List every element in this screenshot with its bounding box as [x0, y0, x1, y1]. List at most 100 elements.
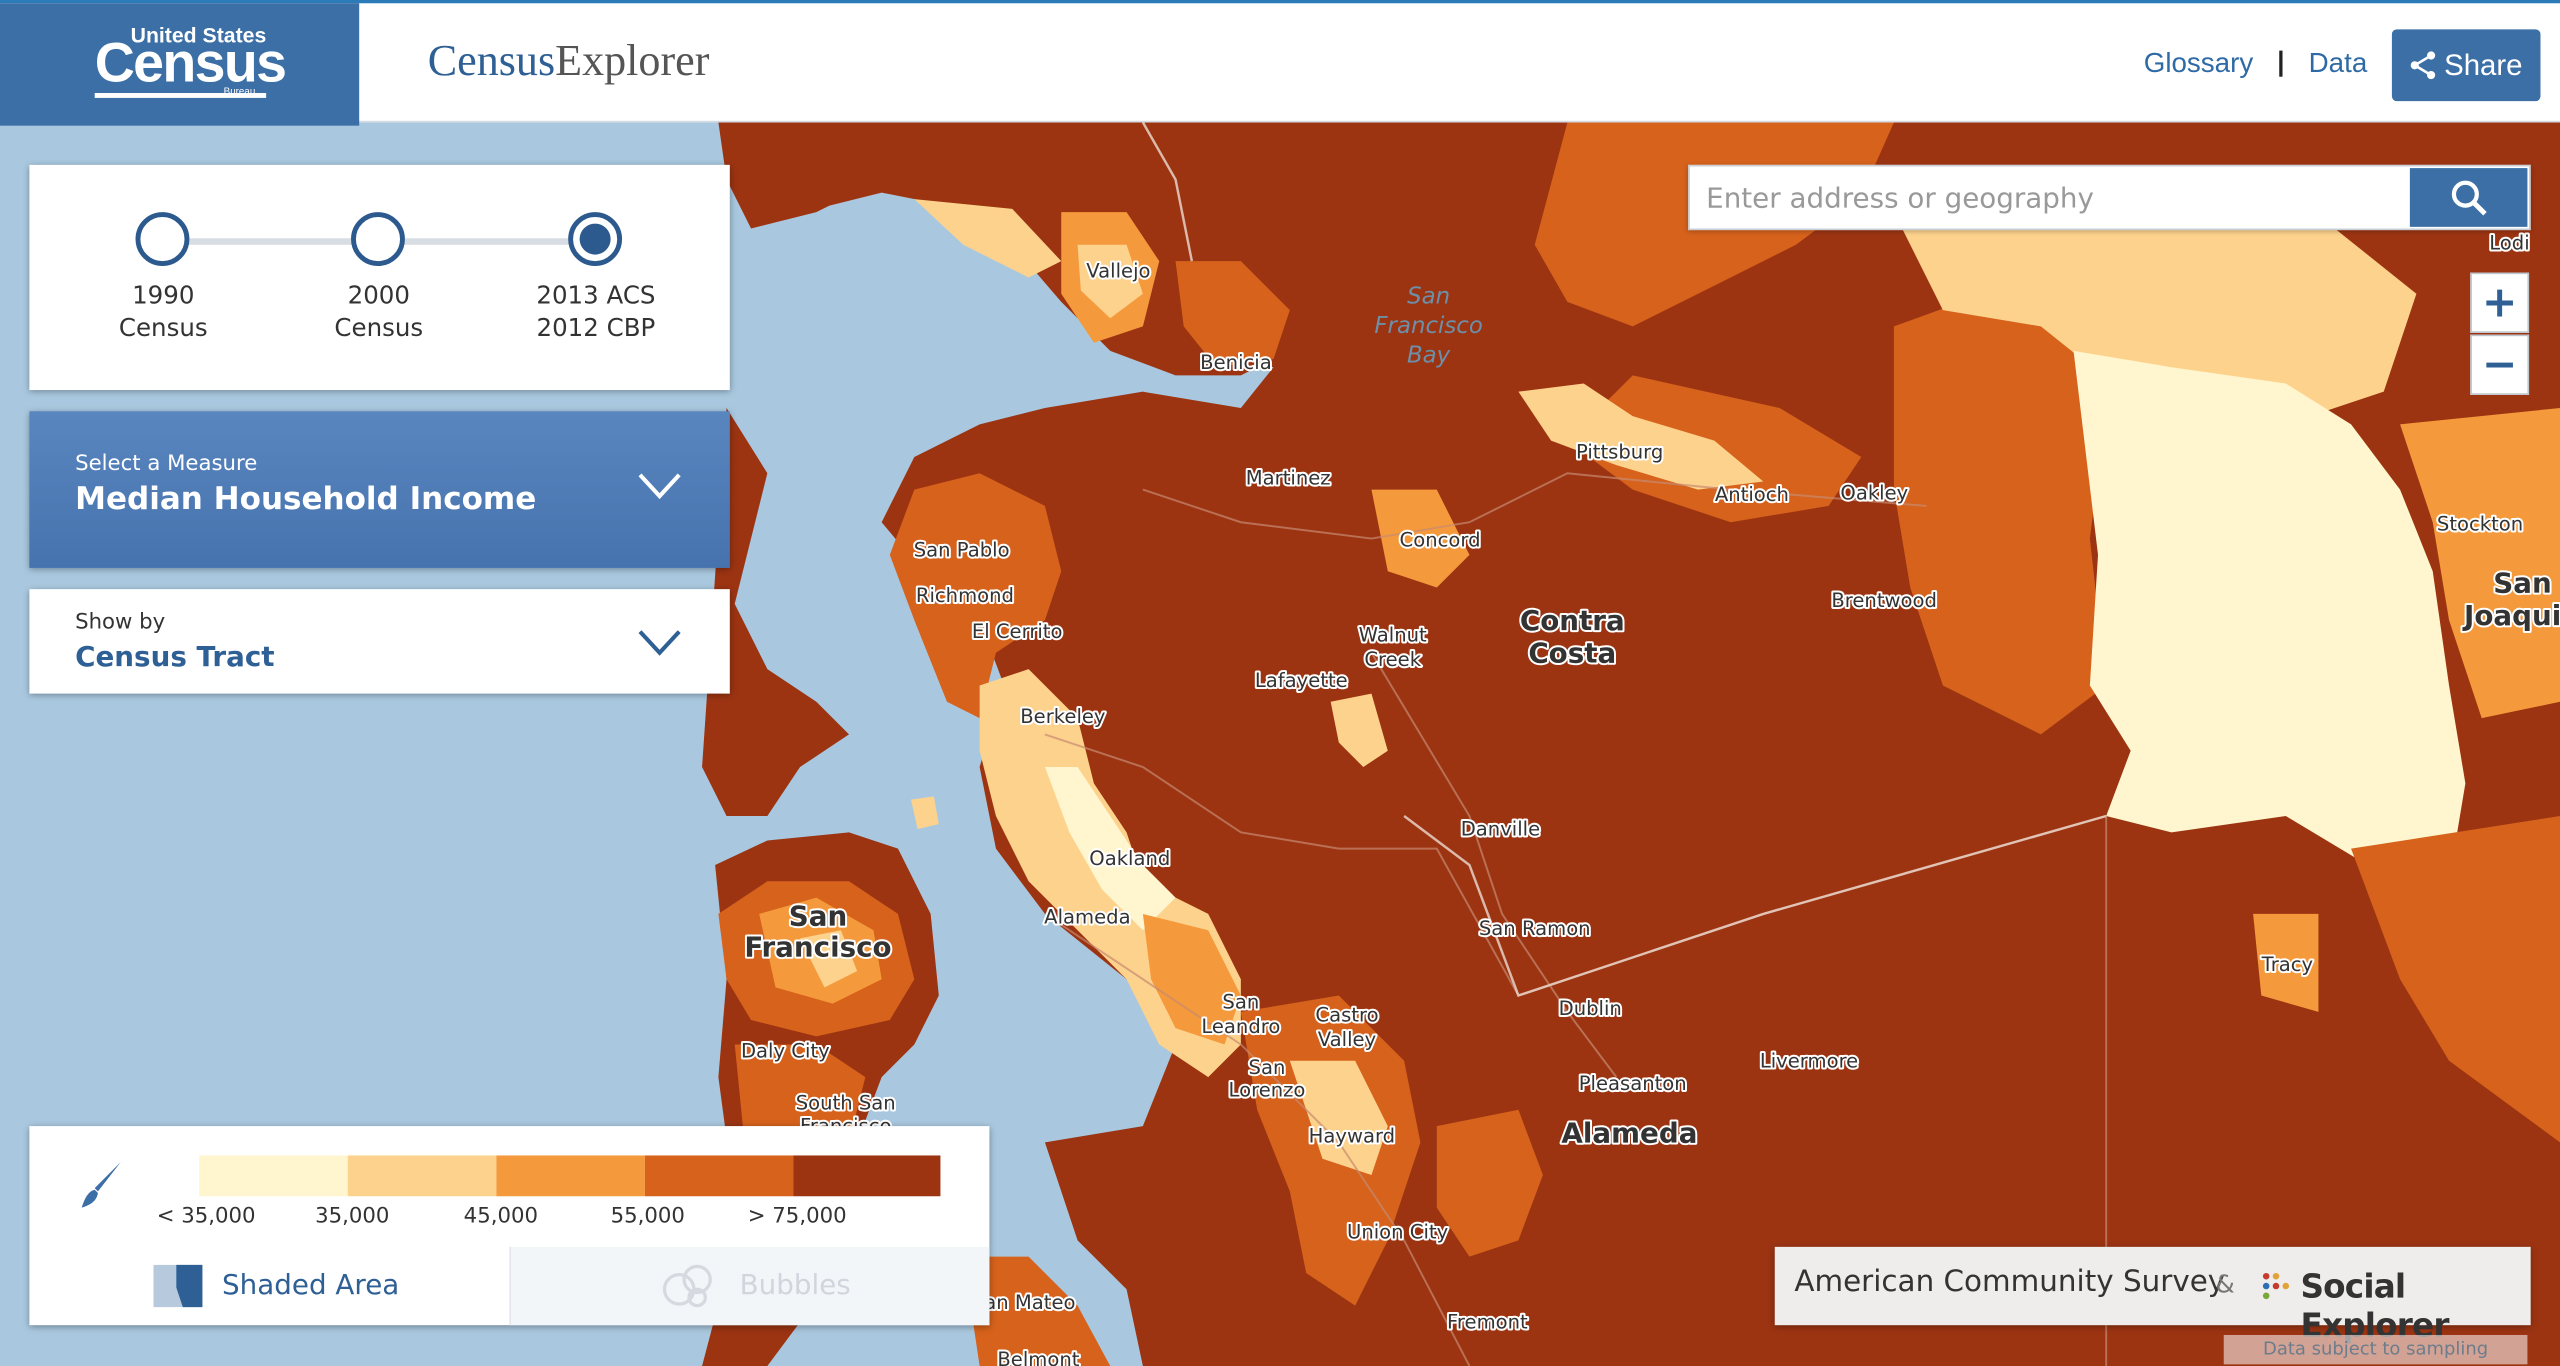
census-logo[interactable]: United States Census Bureau	[0, 3, 360, 126]
map-label: Oakley	[1840, 481, 1908, 504]
data-link[interactable]: Data	[2309, 47, 2368, 80]
map-label: San	[2493, 566, 2551, 599]
map-label: Daly City	[741, 1040, 830, 1063]
map-label: Costa	[1528, 637, 1616, 670]
map-label: Martinez	[1246, 467, 1331, 490]
timeline-label-2013[interactable]: 2013 ACS 2012 CBP	[506, 279, 686, 344]
map-label: San Pablo	[914, 539, 1010, 562]
app-title-part2: Explorer	[555, 35, 710, 85]
tab-shaded-area[interactable]: Shaded Area	[29, 1247, 509, 1325]
map-label: Pittsburg	[1576, 441, 1663, 464]
map-label: Dublin	[1559, 997, 1622, 1020]
legend-label: < 35,000	[156, 1204, 256, 1229]
map-label: Leandro	[1201, 1015, 1280, 1038]
timeline-label-2000[interactable]: 2000 Census	[289, 279, 469, 344]
timeline-label-line1: 2000	[347, 280, 410, 311]
map-label: Joaquin	[2462, 599, 2560, 632]
shaded-area-icon	[153, 1264, 203, 1308]
map-label: Concord	[1400, 529, 1481, 552]
top-header: United States Census Bureau CensusExplor…	[0, 0, 2560, 126]
paintbrush-icon[interactable]	[75, 1159, 127, 1211]
map-label: Alameda	[1044, 906, 1130, 929]
app-title: CensusExplorer	[428, 36, 710, 87]
legend-swatch-3	[496, 1155, 645, 1197]
map-label: Union City	[1347, 1221, 1448, 1244]
timeline-label-line1: 2013 ACS	[536, 280, 656, 311]
social-explorer-logo-icon	[2262, 1272, 2290, 1300]
map-label: San	[1407, 284, 1450, 310]
share-button[interactable]: Share	[2391, 29, 2541, 102]
map-label: Richmond	[916, 584, 1014, 607]
map-label: Oakland	[1089, 847, 1170, 870]
ampersand: &	[2215, 1269, 2235, 1300]
map-label: El Cerrito	[972, 620, 1063, 643]
share-icon	[2410, 51, 2436, 80]
zoom-out-button[interactable]: −	[2470, 334, 2530, 395]
search-box	[1688, 164, 2531, 232]
legend-swatch-1	[199, 1155, 348, 1197]
map-label: Walnut	[1359, 623, 1427, 646]
sampling-disclaimer: Data subject to sampling variability	[2223, 1334, 2528, 1365]
map-label: Vallejo	[1086, 259, 1150, 282]
map-label: Lorenzo	[1229, 1079, 1306, 1102]
search-icon	[2451, 180, 2487, 216]
legend-label: 55,000	[610, 1204, 685, 1229]
map-label: Stockton	[2437, 512, 2523, 535]
timeline-label-line1: 1990	[132, 280, 195, 311]
measure-value: Median Household Income	[75, 481, 537, 518]
partner-name[interactable]: Social Explorer	[2300, 1266, 2530, 1344]
map-label: Pleasanton	[1579, 1072, 1687, 1095]
app-title-part1: Census	[427, 35, 556, 85]
logo-sub-text: Bureau	[223, 88, 256, 98]
map-label: Valley	[1318, 1028, 1376, 1051]
map-label: Livermore	[1760, 1049, 1858, 1072]
legend-swatch-5	[793, 1155, 941, 1197]
map-label: Benicia	[1200, 351, 1272, 374]
map-label: Antioch	[1715, 483, 1789, 506]
map-label: Francisco	[1374, 313, 1482, 339]
show-by-caption: Show by	[75, 610, 166, 635]
tab-bubbles[interactable]: Bubbles	[509, 1246, 990, 1326]
tab-bubbles-label: Bubbles	[739, 1269, 851, 1303]
map-label: Hayward	[1309, 1124, 1395, 1147]
map-label: Francisco	[744, 930, 891, 963]
search-button[interactable]	[2409, 168, 2528, 227]
zoom-in-button[interactable]: +	[2470, 272, 2530, 333]
chevron-down-icon	[638, 630, 681, 656]
timeline-label-line2: 2012 CBP	[536, 313, 656, 343]
map-label: San	[789, 899, 847, 932]
logo-main-text: Census	[94, 32, 287, 95]
timeline-step-2013[interactable]	[568, 212, 623, 267]
map-label: Berkeley	[1020, 705, 1105, 728]
show-by-dropdown[interactable]: Show by Census Tract	[29, 589, 730, 694]
timeline-step-1990[interactable]	[135, 212, 190, 267]
map-label: Lafayette	[1255, 669, 1348, 692]
plus-icon: +	[2481, 278, 2518, 328]
map-label: Lodi	[2489, 232, 2529, 255]
legend-swatch-4	[644, 1155, 794, 1197]
map-label: Tracy	[2261, 953, 2313, 976]
measure-dropdown[interactable]: Select a Measure Median Household Income	[29, 411, 730, 568]
chevron-down-icon	[638, 473, 681, 500]
glossary-link[interactable]: Glossary	[2144, 47, 2254, 80]
measure-caption: Select a Measure	[75, 452, 258, 477]
share-label: Share	[2444, 48, 2523, 81]
timeline-panel	[29, 164, 730, 391]
timeline-label-1990[interactable]: 1990 Census	[73, 279, 253, 344]
timeline-step-2000[interactable]	[351, 212, 405, 267]
minus-icon: −	[2481, 340, 2518, 390]
map-label: Creek	[1364, 648, 1421, 671]
map-label: Bay	[1407, 342, 1451, 368]
search-input[interactable]	[1689, 166, 2428, 232]
legend-label: 35,000	[315, 1204, 390, 1229]
map-label: Contra	[1520, 604, 1625, 637]
map-label: San	[1249, 1056, 1286, 1079]
nav-separator	[2279, 50, 2283, 77]
attribution-bar: American Community Survey & Social Explo…	[1774, 1246, 2531, 1345]
tab-shaded-label: Shaded Area	[222, 1269, 400, 1303]
timeline-label-line2: Census	[334, 313, 424, 343]
map-label: South San	[796, 1092, 896, 1115]
map-label: Danville	[1461, 818, 1540, 841]
legend-label: 45,000	[463, 1204, 538, 1229]
map-label: Brentwood	[1831, 589, 1937, 612]
